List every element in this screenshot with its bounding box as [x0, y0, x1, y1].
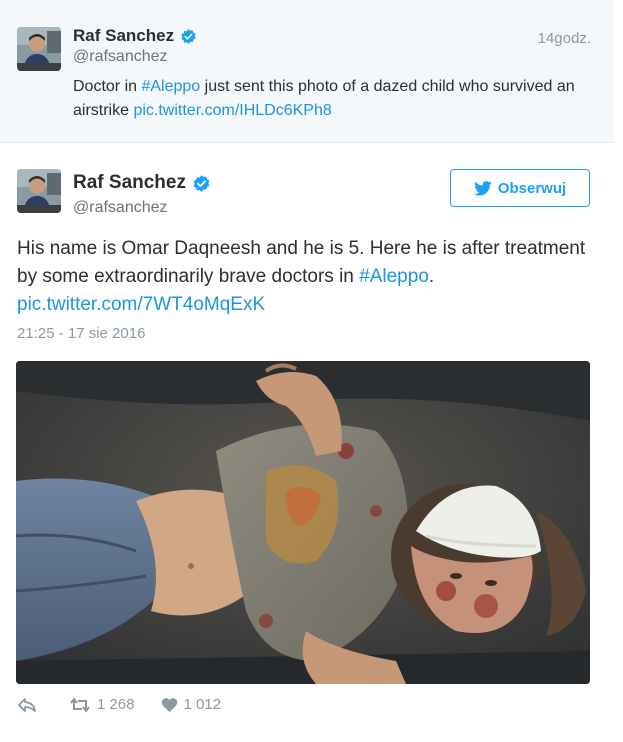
tweet-time[interactable]: 14godz.: [538, 30, 591, 47]
tweet-timestamp[interactable]: 21:25 - 17 sie 2016: [17, 325, 145, 342]
author-name-row[interactable]: Raf Sanchez: [73, 172, 211, 194]
avatar[interactable]: [17, 169, 61, 213]
follow-button[interactable]: Obserwuj: [450, 169, 590, 207]
tweet-text-part: His name is Omar Daqneesh and he is 5. H…: [17, 238, 586, 287]
twitter-bird-icon: [473, 180, 492, 195]
main-tweet: Raf Sanchez @rafsanchez Obserwuj His nam…: [0, 143, 613, 742]
like-button[interactable]: 1 012: [161, 696, 222, 713]
tweet-actions: 1 268 1 012: [17, 696, 247, 713]
retweet-count: 1 268: [97, 696, 135, 713]
verified-badge-icon: [180, 28, 197, 45]
heart-icon: [161, 697, 177, 712]
retweet-button[interactable]: 1 268: [69, 696, 135, 713]
author-name[interactable]: Raf Sanchez: [73, 26, 174, 46]
tweet-text-part: Doctor in: [73, 78, 142, 95]
like-count: 1 012: [183, 696, 222, 713]
tweet-photo[interactable]: [16, 361, 590, 684]
verified-badge-icon: [192, 174, 211, 193]
avatar[interactable]: [17, 27, 61, 71]
parent-tweet[interactable]: Raf Sanchez @rafsanchez 14godz. Doctor i…: [0, 0, 613, 143]
retweet-icon: [70, 696, 90, 713]
author-name[interactable]: Raf Sanchez: [73, 172, 186, 194]
follow-label: Obserwuj: [497, 179, 567, 197]
author-name-row[interactable]: Raf Sanchez: [73, 26, 197, 46]
author-handle[interactable]: @rafsanchez: [73, 48, 168, 66]
author-handle[interactable]: @rafsanchez: [73, 199, 168, 217]
tweet-text: Doctor in #Aleppo just sent this photo o…: [73, 75, 583, 123]
hashtag-link[interactable]: #Aleppo: [141, 78, 200, 95]
tweet-text-part: .: [428, 266, 435, 287]
pic-link[interactable]: pic.twitter.com/IHLDc6KPh8: [133, 102, 331, 119]
reply-button[interactable]: [17, 697, 43, 713]
tweet-text: His name is Omar Daqneesh and he is 5. H…: [17, 235, 587, 319]
reply-arrow-icon: [18, 697, 36, 712]
tweet-page: Raf Sanchez @rafsanchez 14godz. Doctor i…: [0, 0, 623, 742]
hashtag-link[interactable]: #Aleppo: [359, 266, 429, 287]
pic-link[interactable]: pic.twitter.com/7WT4oMqExK: [17, 294, 265, 315]
